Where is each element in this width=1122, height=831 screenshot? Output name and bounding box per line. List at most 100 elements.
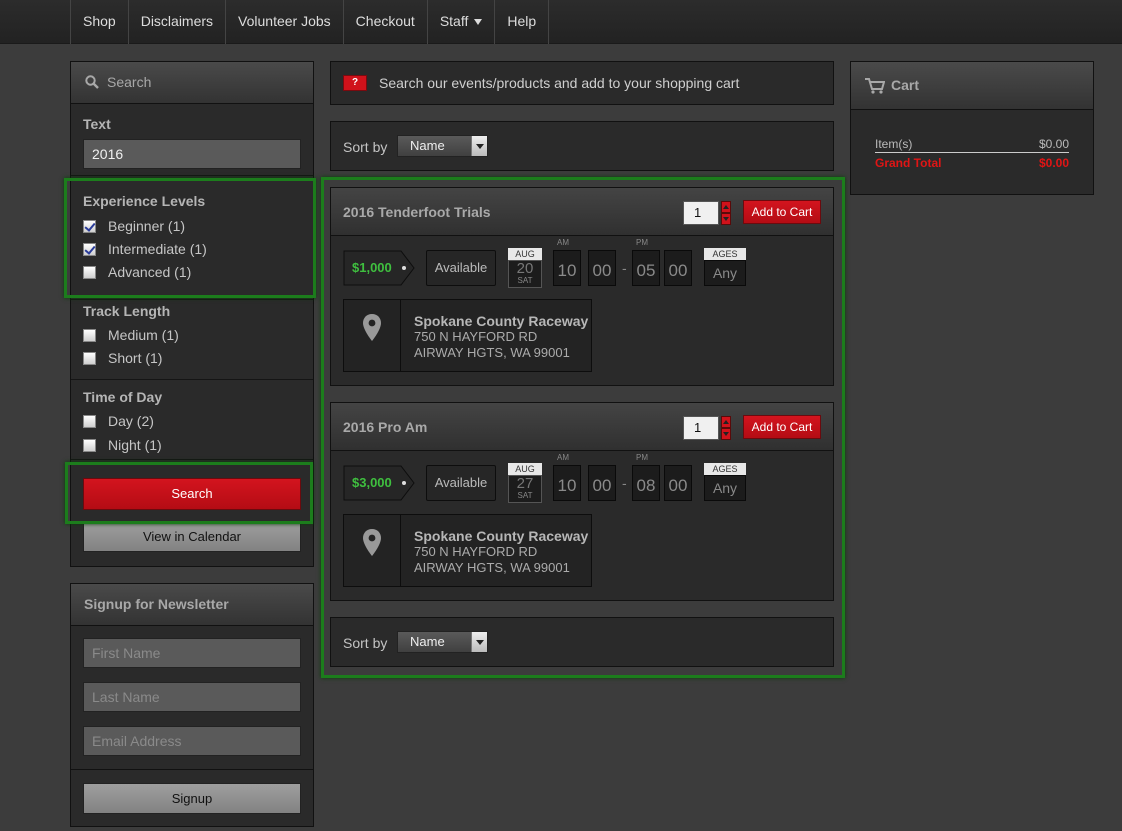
chevron-down-icon (471, 136, 487, 156)
search-button[interactable]: Search (83, 478, 301, 510)
end-hour: PM 08 (632, 453, 660, 501)
checkbox[interactable] (83, 414, 96, 428)
start-minute: 00 (588, 465, 616, 501)
end-ampm: PM (636, 453, 648, 462)
start-hour-value: 10 (557, 476, 577, 495)
cart-icon (865, 78, 885, 94)
first-name-field[interactable]: First Name (83, 638, 301, 668)
status-badge: Available (426, 465, 496, 501)
start-ampm: AM (557, 238, 569, 247)
checkbox[interactable] (83, 242, 96, 256)
end-minute: 00 (664, 250, 692, 286)
help-icon[interactable]: ? (343, 75, 367, 91)
sort-label: Sort by (343, 139, 388, 155)
add-to-cart-button[interactable]: Add to Cart (743, 200, 821, 224)
venue-box: Spokane County Raceway 750 N HAYFORD RD … (343, 299, 592, 372)
end-minute: 00 (664, 465, 692, 501)
sort-label: Sort by (343, 635, 388, 651)
price-tag: $3,000 (343, 465, 415, 501)
experience-intermediate[interactable]: Intermediate (1) (83, 240, 207, 258)
search-panel: Search Text 2016 Experience Levels Begin… (70, 61, 314, 567)
track-section: Track Length Medium (1) Short (1) (71, 300, 313, 380)
nav-shop[interactable]: Shop (71, 0, 129, 44)
sort-select-value: Name (410, 634, 445, 649)
date-badge: AUG 20 SAT (508, 248, 542, 288)
end-hour-value: 08 (636, 476, 656, 495)
stepper-down-icon[interactable] (721, 428, 731, 440)
search-text-input[interactable]: 2016 (83, 139, 301, 169)
view-calendar-button[interactable]: View in Calendar (83, 522, 301, 552)
option-label: Night (1) (108, 437, 162, 453)
checkbox[interactable] (83, 328, 96, 342)
end-hour-value: 05 (636, 261, 656, 280)
stepper-up-icon[interactable] (721, 201, 731, 213)
venue-pin (344, 515, 401, 586)
time-night[interactable]: Night (1) (83, 436, 162, 454)
event-header: 2016 Pro Am 1 Add to Cart (331, 403, 833, 451)
option-label: Beginner (1) (108, 218, 186, 234)
divider (71, 769, 313, 770)
track-short[interactable]: Short (1) (83, 349, 162, 367)
price: $3,000 (352, 475, 392, 490)
map-pin-icon (363, 314, 381, 341)
date-month: AUG (508, 248, 542, 260)
venue-address: 750 N HAYFORD RD (414, 329, 538, 344)
quantity-input[interactable]: 1 (683, 416, 719, 440)
nav-checkout[interactable]: Checkout (344, 0, 428, 44)
text-section: Text 2016 (71, 105, 313, 176)
event-title: 2016 Pro Am (343, 419, 428, 435)
quantity-input[interactable]: 1 (683, 201, 719, 225)
checkbox[interactable] (83, 351, 96, 365)
venue-name: Spokane County Raceway (414, 528, 589, 544)
start-hour: AM 10 (553, 453, 581, 501)
stepper-up-icon[interactable] (721, 416, 731, 428)
quantity-stepper[interactable] (721, 416, 731, 440)
search-panel-title: Search (107, 74, 152, 90)
search-icon (85, 75, 99, 89)
checkbox[interactable] (83, 438, 96, 452)
track-medium[interactable]: Medium (1) (83, 326, 179, 344)
experience-advanced[interactable]: Advanced (1) (83, 263, 191, 281)
grand-total-label: Grand Total (875, 156, 942, 170)
sort-select[interactable]: Name (397, 135, 488, 157)
info-text: Search our events/products and add to yo… (379, 75, 740, 91)
quantity-stepper[interactable] (721, 201, 731, 225)
newsletter-header: Signup for Newsletter (71, 584, 313, 626)
venue-address: 750 N HAYFORD RD (414, 544, 538, 559)
ages-value: Any (704, 260, 746, 286)
sort-bar-bottom: Sort by Name (330, 617, 834, 667)
date-weekday: SAT (517, 491, 533, 500)
search-panel-header: Search (71, 62, 313, 104)
time-separator: - (622, 475, 627, 491)
date-badge: AUG 27 SAT (508, 463, 542, 503)
track-title: Track Length (83, 303, 171, 319)
nav-items: Shop Disclaimers Volunteer Jobs Checkout… (70, 0, 550, 44)
ages-value: Any (704, 475, 746, 501)
time-day[interactable]: Day (2) (83, 412, 154, 430)
nav-staff[interactable]: Staff (428, 0, 496, 44)
last-name-field[interactable]: Last Name (83, 682, 301, 712)
cart-total-row: Grand Total $0.00 (875, 156, 1069, 170)
experience-beginner[interactable]: Beginner (1) (83, 217, 185, 235)
newsletter-panel: Signup for Newsletter First Name Last Na… (70, 583, 314, 827)
time-separator: - (622, 260, 627, 276)
ages-label: AGES (704, 248, 746, 260)
nav-disclaimers[interactable]: Disclaimers (129, 0, 227, 44)
email-field[interactable]: Email Address (83, 726, 301, 756)
time-section: Time of Day Day (2) Night (1) (71, 380, 313, 460)
checkbox[interactable] (83, 265, 96, 279)
grand-total-value: $0.00 (1038, 156, 1069, 170)
nav-volunteer-jobs[interactable]: Volunteer Jobs (226, 0, 344, 44)
nav-help[interactable]: Help (495, 0, 550, 44)
sort-select[interactable]: Name (397, 631, 488, 653)
venue-name: Spokane County Raceway (414, 313, 589, 329)
checkbox[interactable] (83, 219, 96, 233)
option-label: Short (1) (108, 350, 163, 366)
signup-button[interactable]: Signup (83, 783, 301, 814)
start-ampm: AM (557, 453, 569, 462)
cart-items-row: Item(s) $0.00 (875, 137, 1069, 153)
stepper-down-icon[interactable] (721, 213, 731, 225)
venue-pin (344, 300, 401, 371)
cart-items-value: $0.00 (1038, 137, 1069, 151)
add-to-cart-button[interactable]: Add to Cart (743, 415, 821, 439)
